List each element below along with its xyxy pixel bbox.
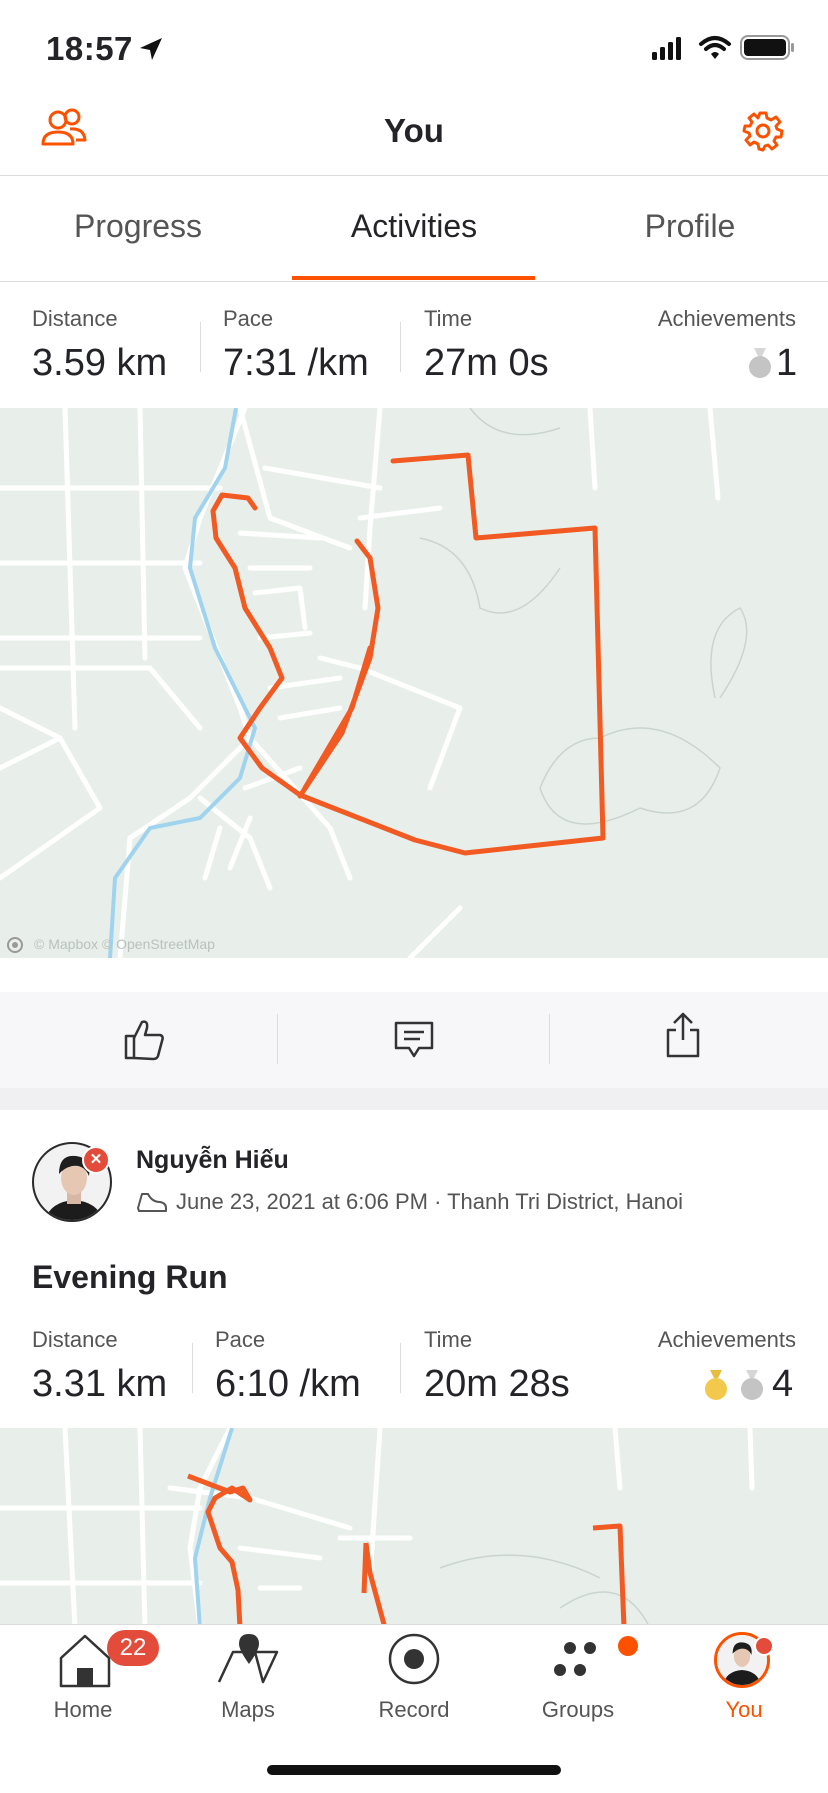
time-value: 27m 0s (424, 342, 549, 384)
silver-medal-icon (741, 1370, 763, 1400)
notification-badge: 22 (107, 1630, 159, 1666)
map-attribution[interactable]: © Mapbox © OpenStreetMap (34, 936, 215, 952)
tab-activities[interactable]: Activities (276, 208, 552, 245)
distance-label: Distance (32, 306, 118, 331)
status-bar: 18:57 (0, 0, 828, 100)
tab-profile[interactable]: Profile (552, 208, 828, 245)
comment-icon[interactable] (393, 1020, 435, 1060)
record-icon (388, 1633, 440, 1685)
battery-icon (740, 35, 794, 60)
new-activity-dot (618, 1636, 638, 1656)
distance-value: 3.31 km (32, 1363, 168, 1405)
tab-maps-label: Maps (221, 1697, 275, 1722)
time-label: Time (424, 1327, 473, 1352)
achievements-count: 4 (772, 1363, 794, 1405)
verified-badge (754, 1636, 774, 1656)
active-tab-indicator (292, 276, 535, 280)
status-time: 18:57 (46, 30, 133, 67)
share-icon[interactable] (664, 1010, 702, 1060)
tab-groups-label: Groups (541, 1697, 615, 1722)
distance-value: 3.59 km (32, 342, 168, 384)
signal-icon (652, 37, 681, 60)
action-divider (277, 1014, 278, 1064)
stat-divider (400, 1343, 401, 1393)
tab-you-label: You (725, 1697, 763, 1722)
header-divider (0, 175, 828, 176)
pace-label: Pace (215, 1327, 266, 1352)
home-icon (59, 1634, 111, 1688)
wifi-icon (699, 36, 731, 59)
tabs-divider (0, 281, 828, 282)
gear-icon[interactable] (742, 110, 784, 152)
groups-icon (554, 1642, 596, 1676)
stat-divider (192, 1343, 193, 1393)
tab-home-label: Home (53, 1697, 113, 1722)
activity-map[interactable] (0, 1428, 828, 1628)
pace-label: Pace (223, 306, 274, 331)
verified-badge: ✕ (82, 1146, 110, 1174)
thumbs-up-icon[interactable] (122, 1016, 166, 1062)
home-indicator[interactable] (267, 1765, 561, 1775)
pace-value: 6:10 /km (215, 1363, 361, 1405)
navigation-arrow-icon (140, 38, 162, 60)
gold-medal-icon (705, 1370, 727, 1400)
stat-divider (200, 322, 201, 372)
activity-action-bar (0, 992, 828, 1088)
achievements-count: 1 (776, 342, 798, 384)
achievements-label: Achievements (657, 1327, 796, 1352)
activity-title[interactable]: Evening Run (32, 1259, 228, 1296)
tab-progress[interactable]: Progress (0, 208, 276, 245)
route-map (0, 408, 748, 958)
map-icon (217, 1634, 279, 1684)
tab-record-label: Record (378, 1697, 450, 1722)
feed-separator (0, 1088, 828, 1110)
achievements-label: Achievements (657, 306, 796, 331)
activity-map[interactable]: © Mapbox © OpenStreetMap (0, 408, 828, 958)
time-label: Time (424, 306, 473, 331)
distance-label: Distance (32, 1327, 118, 1352)
activity-meta: June 23, 2021 at 6:06 PM · Thanh Tri Dis… (176, 1189, 684, 1214)
mapbox-logo-icon (7, 937, 23, 953)
stat-divider (400, 322, 401, 372)
route-map (0, 1428, 755, 1628)
page-title: You (384, 112, 444, 149)
silver-medal-icon (749, 348, 771, 378)
athlete-name[interactable]: Nguyễn Hiếu (136, 1146, 289, 1175)
shoe-icon (137, 1193, 167, 1212)
pace-value: 7:31 /km (223, 342, 369, 384)
action-divider (549, 1014, 550, 1064)
time-value: 20m 28s (424, 1363, 570, 1405)
